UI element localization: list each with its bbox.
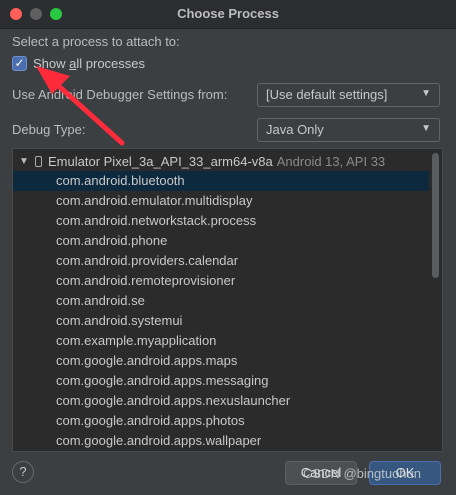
process-list[interactable]: ▼ Emulator Pixel_3a_API_33_arm64-v8a And…: [12, 148, 443, 452]
device-name: Emulator Pixel_3a_API_33_arm64-v8a: [48, 153, 273, 169]
prompt-label: Select a process to attach to:: [12, 34, 180, 49]
debug-type-dropdown[interactable]: Java Only ▼: [257, 118, 440, 142]
process-item[interactable]: com.android.bluetooth: [13, 171, 429, 191]
process-item[interactable]: com.android.remoteprovisioner: [13, 271, 429, 291]
show-all-processes-checkbox[interactable]: ✓ Show all processes: [12, 54, 145, 72]
device-api: Android 13, API 33: [276, 153, 386, 169]
window-title: Choose Process: [177, 6, 279, 21]
process-item[interactable]: com.android.phone: [13, 231, 429, 251]
list-scrollbar[interactable]: [432, 153, 439, 278]
expand-arrow-icon[interactable]: ▼: [19, 156, 31, 167]
process-item[interactable]: com.google.android.apps.maps: [13, 351, 429, 371]
chevron-down-icon: ▼: [421, 88, 431, 99]
phone-icon: [35, 155, 42, 167]
process-item[interactable]: com.android.networkstack.process: [13, 211, 429, 231]
show-all-label: Show all processes: [33, 55, 146, 71]
debug-type-value: Java Only: [266, 122, 324, 137]
process-item[interactable]: com.android.se: [13, 291, 429, 311]
checkmark-icon[interactable]: ✓: [12, 55, 27, 71]
chevron-down-icon: ▼: [421, 123, 431, 134]
process-item[interactable]: com.google.android.apps.messaging: [13, 371, 429, 391]
process-item[interactable]: com.google.android.apps.photos: [13, 411, 429, 431]
process-item[interactable]: com.google.android.apps.nexuslauncher: [13, 391, 429, 411]
watermark: CSDN @bingtuohun: [303, 466, 421, 481]
process-item[interactable]: com.android.systemui: [13, 311, 429, 331]
debug-type-label: Debug Type:: [12, 122, 86, 137]
debugger-settings-label: Use Android Debugger Settings from:: [12, 87, 228, 102]
process-item[interactable]: com.android.emulator.multidisplay: [13, 191, 429, 211]
debugger-settings-value: [Use default settings]: [266, 87, 388, 102]
device-node[interactable]: ▼ Emulator Pixel_3a_API_33_arm64-v8a And…: [13, 151, 442, 171]
process-item[interactable]: com.example.myapplication: [13, 331, 429, 351]
process-item[interactable]: com.google.android.apps.wallpaper: [13, 431, 429, 451]
debugger-settings-dropdown[interactable]: [Use default settings] ▼: [257, 83, 440, 107]
help-button[interactable]: ?: [12, 461, 34, 483]
process-item[interactable]: com.android.providers.calendar: [13, 251, 429, 271]
title-bar: Choose Process: [0, 0, 456, 29]
